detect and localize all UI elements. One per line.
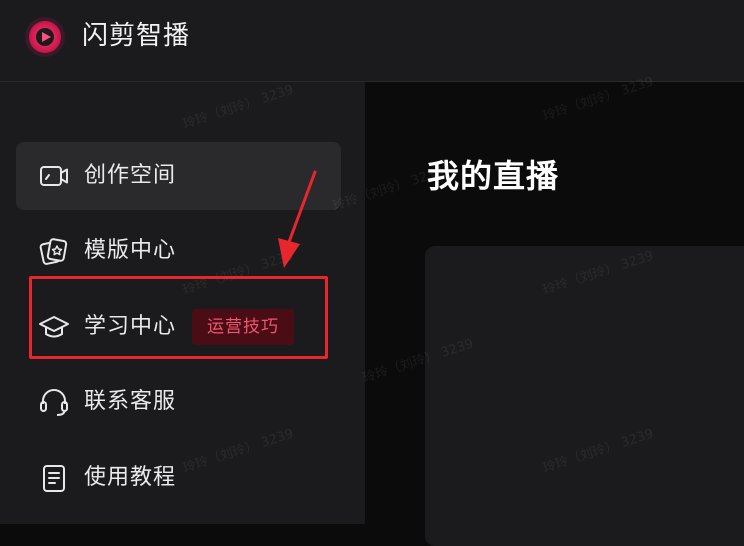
page-title: 我的直播 <box>427 157 560 195</box>
sidebar-item-template-center[interactable]: 模版中心 <box>16 217 341 285</box>
headset-icon <box>40 389 68 416</box>
template-cards-icon <box>39 238 68 265</box>
sidebar-item-creation-space[interactable]: 创作空间 <box>16 142 341 210</box>
sidebar-item-customer-service[interactable]: 联系客服 <box>16 368 341 436</box>
app-title: 闪剪智播 <box>82 21 191 51</box>
video-camera-icon <box>40 166 68 186</box>
annotation-highlight-box <box>29 276 328 359</box>
sidebar-item-label: 使用教程 <box>84 465 177 490</box>
sidebar-item-label: 创作空间 <box>84 163 177 188</box>
sidebar-item-tutorial[interactable]: 使用教程 <box>16 444 341 512</box>
sidebar-item-label: 联系客服 <box>84 389 177 414</box>
sidebar-item-label: 模版中心 <box>84 238 177 263</box>
main-content: 我的直播 <box>365 82 744 546</box>
live-content-card <box>425 246 744 546</box>
top-bar: 闪剪智播 <box>0 0 744 82</box>
app-logo-icon[interactable] <box>24 16 66 58</box>
document-icon <box>43 465 65 492</box>
